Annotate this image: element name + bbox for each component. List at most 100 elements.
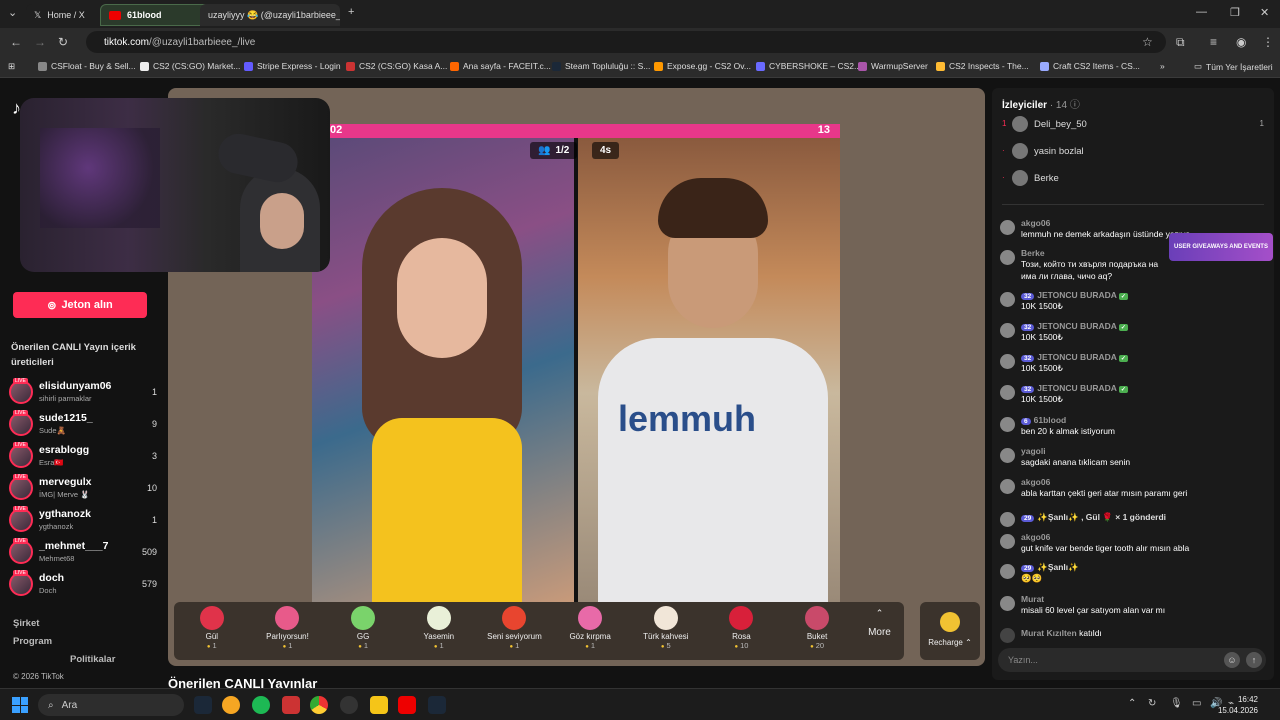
new-tab-icon[interactable]: + — [348, 6, 354, 18]
search-icon: ⌕ — [48, 699, 54, 711]
creator-item[interactable]: LIVE esrablogg Esra🇹🇷 3 — [9, 442, 159, 472]
live-badge: LIVE — [13, 538, 28, 544]
host-video — [312, 138, 574, 602]
x-logo-icon: 𝕏 — [34, 9, 42, 20]
bookmarks-bar: ⊞ CSFloat - Buy & Sell... CS2 (CS:GO) Ma… — [0, 56, 1280, 78]
bookmark-item[interactable]: WarmupServer — [858, 61, 928, 71]
avatar — [1000, 417, 1015, 432]
app-icon[interactable] — [222, 696, 240, 714]
bookmark-item[interactable]: Ana sayfa - FACEIT.c... — [450, 61, 551, 71]
mic-icon[interactable]: 🎙 — [1170, 698, 1183, 709]
creator-item[interactable]: LIVE mervegulx İMG| Merve 🐰 10 — [9, 474, 159, 504]
minimize-icon[interactable]: — — [1196, 6, 1207, 18]
app-icon[interactable] — [370, 696, 388, 714]
reload-icon[interactable]: ↻ — [58, 35, 68, 49]
app-icon[interactable] — [340, 696, 358, 714]
creator-item[interactable]: LIVE doch Doch 579 — [9, 570, 159, 600]
tab-list-icon[interactable]: ⌄ — [8, 6, 17, 19]
bookmark-item[interactable]: Craft CS2 Items - CS... — [1040, 61, 1140, 71]
close-window-icon[interactable]: ✕ — [1260, 6, 1269, 19]
gift-item[interactable]: GG1 — [325, 602, 401, 660]
taskbar-search[interactable]: ⌕ Ara — [38, 694, 184, 716]
viewer-item[interactable]: · Berke — [1002, 170, 1264, 188]
more-bookmarks-icon[interactable]: » — [1160, 61, 1165, 71]
battle-view[interactable]: lemmuh 02 13 👥 1/2 4s — [312, 124, 840, 602]
gift-item[interactable]: Türk kahvesi5 — [628, 602, 704, 660]
start-button[interactable] — [12, 697, 28, 713]
copyright: © 2026 TikTok — [13, 672, 64, 681]
bookmark-star-icon[interactable]: ☆ — [1142, 35, 1153, 49]
bookmark-item[interactable]: Steam Topluluğu :: S... — [552, 61, 650, 71]
bookmark-item[interactable]: Stripe Express - Login — [244, 61, 341, 71]
suggested-creators-title: Önerilen CANLI Yayın içerik üreticileri — [11, 342, 136, 368]
chevron-up-icon[interactable]: ⌃ — [1128, 698, 1136, 709]
profile-icon[interactable]: ◉ — [1236, 35, 1246, 49]
coin-icon — [940, 612, 960, 632]
bookmark-item[interactable]: CYBERSHOKE – CS2... — [756, 61, 861, 71]
tab-tiktok-live[interactable]: uzayliyyy 😂 (@uzayli1barbieee_) ✕ — [200, 4, 340, 26]
gift-item[interactable]: Gül1 — [174, 602, 250, 660]
info-icon[interactable]: ⓘ — [1070, 100, 1080, 111]
bookmark-item[interactable]: CSFloat - Buy & Sell... — [38, 61, 136, 71]
sync-icon[interactable]: ↻ — [1148, 698, 1156, 709]
more-gifts-button[interactable]: ⌃ More — [855, 602, 904, 660]
footer-program-link[interactable]: Program — [13, 636, 52, 647]
youtube-icon[interactable] — [398, 696, 416, 714]
avatar — [1000, 250, 1015, 265]
gift-item[interactable]: Göz kırpma1 — [552, 602, 628, 660]
avatar — [1000, 292, 1015, 307]
send-button[interactable]: ↑ — [1246, 652, 1262, 668]
avatar — [1000, 534, 1015, 549]
bookmark-item[interactable]: CS2 (CS:GO) Kasa A... — [346, 61, 447, 71]
media-icon[interactable]: ≡ — [1210, 35, 1217, 49]
emoji-icon[interactable]: ☺ — [1224, 652, 1240, 668]
gift-item[interactable]: Parlıyorsun!1 — [250, 602, 326, 660]
live-badge: LIVE — [13, 410, 28, 416]
creator-item[interactable]: LIVE sude1215_ Sude🧸 9 — [9, 410, 159, 440]
avatar — [1012, 143, 1028, 159]
back-icon[interactable]: ← — [10, 35, 22, 49]
round-indicator: 👥 1/2 — [530, 142, 578, 159]
clock[interactable]: 16:42 15.04.2026 — [1218, 694, 1258, 716]
creator-item[interactable]: LIVE elisidunyam06 sihirli parmaklar 1 — [9, 378, 159, 408]
all-bookmarks[interactable]: ▭ Tüm Yer İşaretleri — [1194, 61, 1273, 72]
bookmark-item[interactable]: Expose.gg - CS2 Ov... — [654, 61, 751, 71]
menu-icon[interactable]: ⋮ — [1262, 35, 1274, 49]
steam-icon[interactable] — [194, 696, 212, 714]
chat-input[interactable]: Yazın... ☺ ↑ — [998, 648, 1266, 672]
gift-item[interactable]: Seni seviyorum1 — [477, 602, 553, 660]
url-field[interactable]: tiktok.com/@uzayli1barbieee_/live — [86, 31, 1166, 53]
live-badge: LIVE — [13, 506, 28, 512]
viewer-item[interactable]: 1 Deli_bey_50 1 — [1002, 116, 1264, 134]
viewer-item[interactable]: · yasin bozlal — [1002, 143, 1264, 161]
recharge-button[interactable]: Recharge ⌃ — [920, 602, 980, 660]
giveaway-banner[interactable]: USER GIVEAWAYS AND EVENTS — [1169, 233, 1273, 261]
spotify-icon[interactable] — [252, 696, 270, 714]
apps-icon[interactable]: ⊞ — [8, 61, 15, 72]
chrome-icon[interactable] — [310, 696, 328, 714]
gift-item[interactable]: Rosa10 — [704, 602, 780, 660]
bookmark-item[interactable]: CS2 Inspects - The... — [936, 61, 1029, 71]
steam-icon[interactable] — [428, 696, 446, 714]
battle-score-bar: 02 13 — [312, 124, 840, 138]
forward-icon[interactable]: → — [34, 35, 46, 49]
opponent-hair — [658, 178, 768, 238]
gift-item[interactable]: Buket20 — [779, 602, 855, 660]
bookmark-item[interactable]: CS2 (CS:GO) Market... — [140, 61, 240, 71]
footer-company-link[interactable]: Şirket — [13, 618, 39, 629]
monitor-icon[interactable]: ▭ — [1192, 698, 1201, 709]
extensions-icon[interactable]: ⧉ — [1176, 35, 1185, 50]
people-icon: 👥 — [538, 145, 551, 156]
right-score: 13 — [817, 124, 830, 136]
gift-item[interactable]: Yasemin1 — [401, 602, 477, 660]
creator-item[interactable]: LIVE _mehmet___7 Mehmet68 509 — [9, 538, 159, 568]
get-coins-button[interactable]: ⊚ Jeton alın — [13, 292, 147, 318]
left-score: 02 — [330, 124, 343, 136]
host-face — [397, 238, 487, 358]
avatar — [1000, 512, 1015, 527]
maximize-icon[interactable]: ❐ — [1230, 6, 1240, 19]
shield-icon[interactable] — [282, 696, 300, 714]
windows-taskbar: ⌕ Ara ⌃ ↻ 🎙 ▭ 🔊 ⌁ 16:42 15.04.2026 — [0, 688, 1280, 720]
creator-item[interactable]: LIVE ygthanozk ygthanozk 1 — [9, 506, 159, 536]
footer-policies-link[interactable]: Politikalar — [70, 654, 115, 665]
